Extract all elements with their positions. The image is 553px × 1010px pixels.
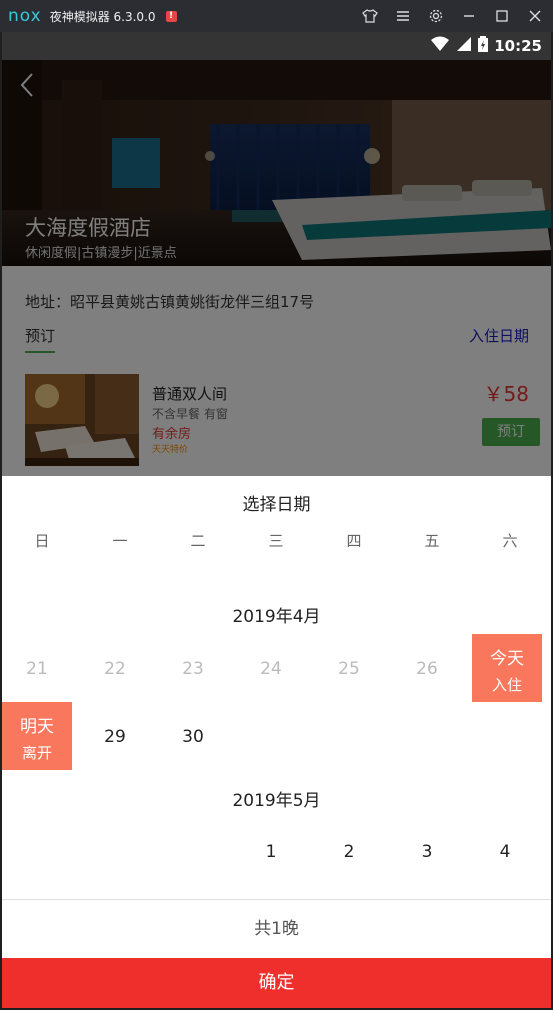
- calendar-day: 22: [104, 659, 126, 679]
- calendar-day[interactable]: 4: [466, 842, 544, 862]
- alert-badge-icon[interactable]: !: [165, 10, 177, 22]
- settings-gear-icon[interactable]: [426, 6, 446, 26]
- modal-overlay[interactable]: [2, 60, 551, 476]
- weekday-fri: 五: [424, 532, 440, 550]
- minimize-icon[interactable]: [459, 6, 479, 26]
- calendar-day[interactable]: 30: [154, 727, 232, 747]
- calendar-day: 26: [416, 659, 438, 679]
- calendar-day: 24: [260, 659, 282, 679]
- month-title-april: 2019年4月: [232, 607, 321, 627]
- menu-icon[interactable]: [393, 6, 413, 26]
- calendar-day: 21: [26, 659, 48, 679]
- calendar-day[interactable]: 1: [232, 842, 310, 862]
- today-label: 今天: [490, 649, 524, 669]
- skin-shirt-icon[interactable]: [360, 6, 380, 26]
- nox-logo: nox: [8, 6, 42, 26]
- weekday-mon: 一: [112, 532, 128, 550]
- emulator-title-bar: nox 夜神模拟器 6.3.0.0 !: [0, 0, 553, 32]
- checkin-day-cell[interactable]: 今天 入住: [472, 634, 542, 702]
- weekday-sat: 六: [502, 532, 518, 550]
- android-status-bar: 10:25: [2, 32, 551, 60]
- weekday-wed: 三: [268, 532, 284, 550]
- nights-count: 共1晚: [2, 900, 551, 958]
- checkout-label: 离开: [21, 744, 52, 762]
- window-controls: [360, 0, 545, 32]
- clock-time: 10:25: [494, 37, 542, 55]
- calendar-day[interactable]: 29: [76, 727, 154, 747]
- maximize-icon[interactable]: [492, 6, 512, 26]
- calendar-day: 23: [182, 659, 204, 679]
- close-icon[interactable]: [525, 6, 545, 26]
- calendar-day[interactable]: 3: [388, 842, 466, 862]
- battery-icon: [478, 36, 489, 56]
- confirm-button[interactable]: 确定: [2, 958, 551, 1008]
- checkout-day-cell[interactable]: 明天 离开: [2, 702, 72, 770]
- phone-screen: 10:25 选择日期 日 一 二 三 四 五 六 2019年4月 21 22 2…: [2, 32, 551, 1008]
- emulator-title: 夜神模拟器 6.3.0.0: [49, 9, 156, 24]
- date-picker-title: 选择日期: [242, 495, 311, 515]
- tomorrow-label: 明天: [20, 717, 54, 737]
- weekday-header: 日 一 二 三 四 五 六: [2, 530, 551, 552]
- date-picker-sheet: 选择日期 日 一 二 三 四 五 六 2019年4月 21 22 23 24 2…: [2, 476, 551, 1008]
- signal-icon: [456, 36, 472, 56]
- month-title-may: 2019年5月: [232, 791, 321, 811]
- weekday-sun: 日: [34, 532, 50, 550]
- calendar-day: 25: [338, 659, 360, 679]
- wifi-icon: [430, 36, 450, 56]
- weekday-thu: 四: [346, 532, 362, 550]
- checkin-label: 入住: [491, 676, 522, 694]
- calendar-day[interactable]: 2: [310, 842, 388, 862]
- weekday-tue: 二: [190, 532, 206, 550]
